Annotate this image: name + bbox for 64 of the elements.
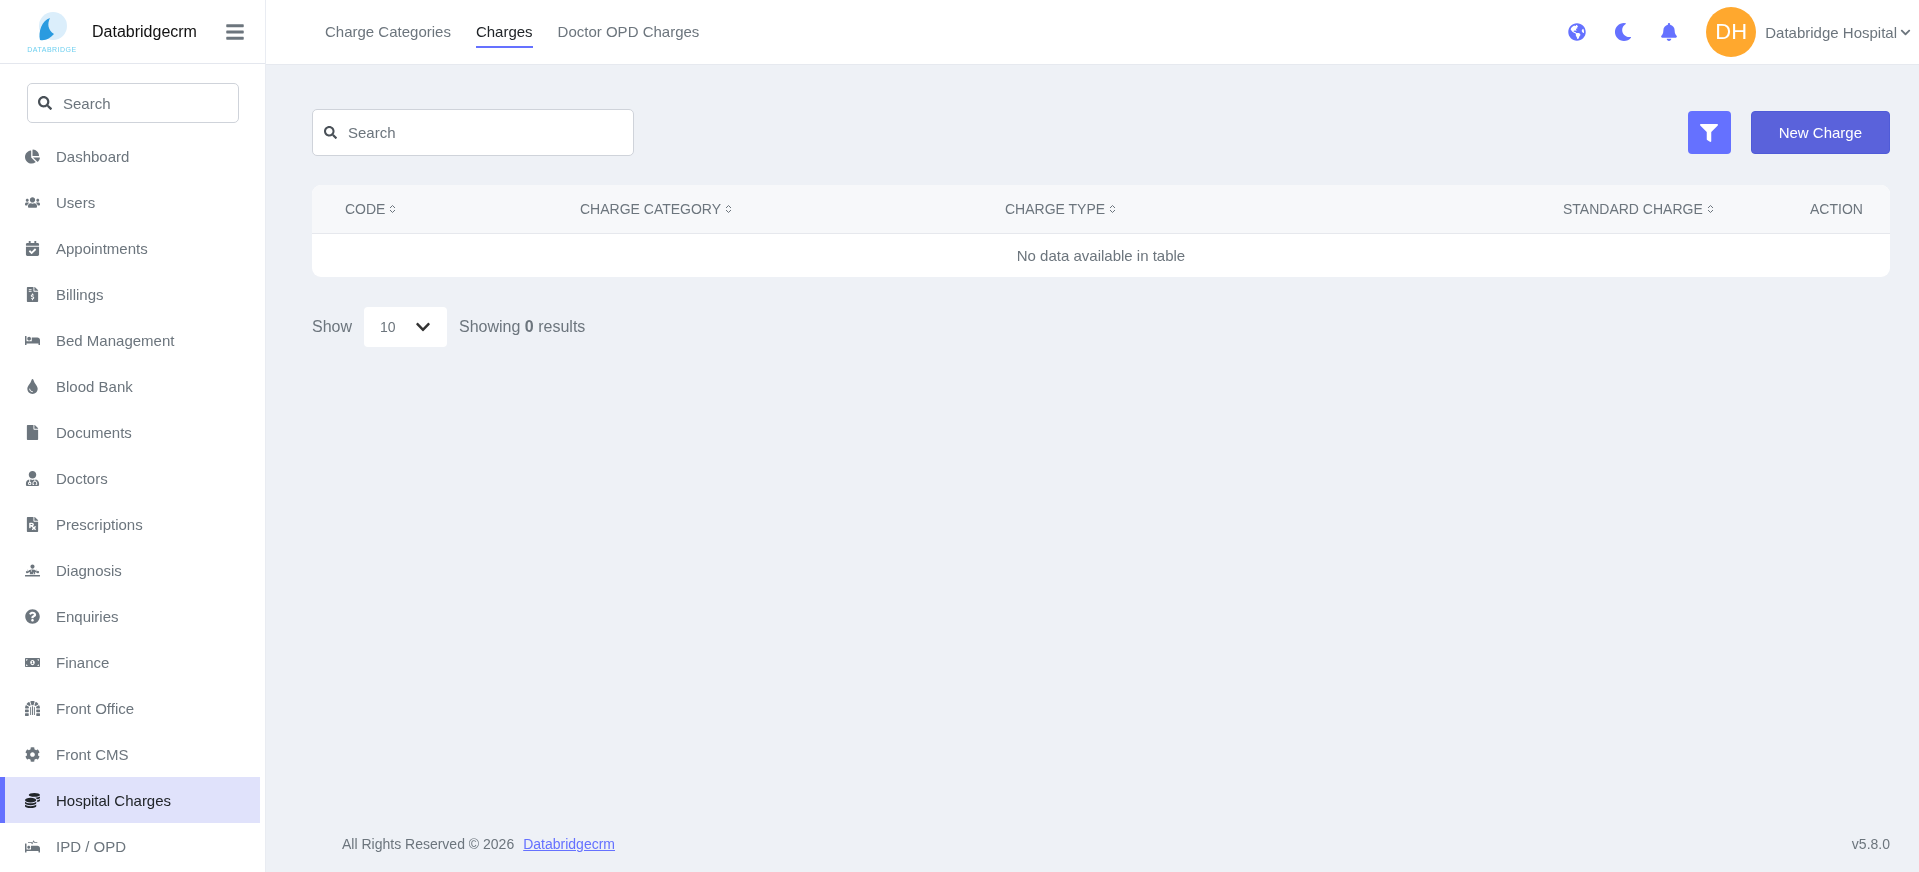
sidebar-item[interactable]: Documents [0,409,260,455]
moon-icon[interactable] [1614,23,1633,41]
users-icon [25,194,40,210]
sort-icon [725,204,733,214]
sidebar-item[interactable]: Dashboard [0,133,260,179]
sidebar-item[interactable]: Bed Management [0,317,260,363]
doctor-icon [25,470,40,486]
drop-icon [25,378,40,394]
sidebar-item[interactable]: Front CMS [0,731,260,777]
hospital-bed-icon [25,838,40,854]
menu-icon[interactable] [225,21,245,42]
page-size-select[interactable]: 10 [364,307,448,347]
search-icon [324,126,337,139]
sidebar-item[interactable]: Blood Bank [0,363,260,409]
sidebar-item[interactable]: IPD / OPD [0,823,260,869]
globe-icon[interactable] [1568,23,1587,41]
sort-icon [1706,204,1714,214]
search-input[interactable]: Search [346,123,622,142]
building-icon [25,700,40,716]
user-menu[interactable]: Databridge Hospital [1765,23,1911,41]
filter-button[interactable] [1687,111,1731,154]
results-summary: Showing 0 results [459,318,586,336]
sidebar-item[interactable]: Enquiries [0,593,260,639]
column-header[interactable]: CHARGE CATEGORY [580,201,1005,217]
tab[interactable]: Doctor OPD Charges [557,16,700,48]
search-field[interactable]: Search [312,109,634,156]
version-text: v5.8.0 [1851,836,1890,852]
copyright-text: All Rights Reserved © 2026 [342,836,515,852]
search-icon [38,96,52,110]
sidebar-item[interactable]: Users [0,179,260,225]
coins-icon [25,792,40,808]
sidebar-item[interactable]: Diagnosis [0,547,260,593]
invoice-icon [25,286,40,302]
empty-message: No data available in table [1015,246,1187,266]
sidebar-search-field[interactable]: Search [27,83,239,123]
sidebar-item[interactable]: Front Office [0,685,260,731]
pie-chart-icon [25,148,40,164]
sort-icon [1109,204,1117,214]
diagnosis-icon [25,562,40,578]
column-header[interactable]: CODE [345,201,580,217]
prescription-icon [25,516,40,532]
tab[interactable]: Charge Categories [325,16,451,48]
new-charge-button[interactable]: New Charge [1750,111,1890,154]
show-label: Show [312,318,353,336]
sidebar-item[interactable]: Doctors [0,455,260,501]
tab[interactable]: Charges [475,16,533,48]
question-icon [25,608,40,624]
footer-link[interactable]: Databridgecrm [523,836,615,852]
column-header: ACTION [1810,201,1864,217]
filter-icon [1700,123,1719,142]
document-icon [25,424,40,440]
gear-icon [25,746,40,762]
brand-name: Databridgecrm [92,22,198,41]
sidebar-item[interactable]: Finance [0,639,260,685]
sort-icon [389,204,397,214]
column-header[interactable]: CHARGE TYPE [1005,201,1563,217]
column-header[interactable]: STANDARD CHARGE [1563,201,1810,217]
bell-icon[interactable] [1660,23,1679,41]
sidebar-item[interactable]: Prescriptions [0,501,260,547]
sidebar-search-input[interactable]: Search [61,93,228,113]
calendar-check-icon [25,240,40,256]
sidebar-item[interactable]: Hospital Charges [0,777,260,823]
sidebar-item[interactable]: Appointments [0,225,260,271]
sidebar-item[interactable]: Billings [0,271,260,317]
